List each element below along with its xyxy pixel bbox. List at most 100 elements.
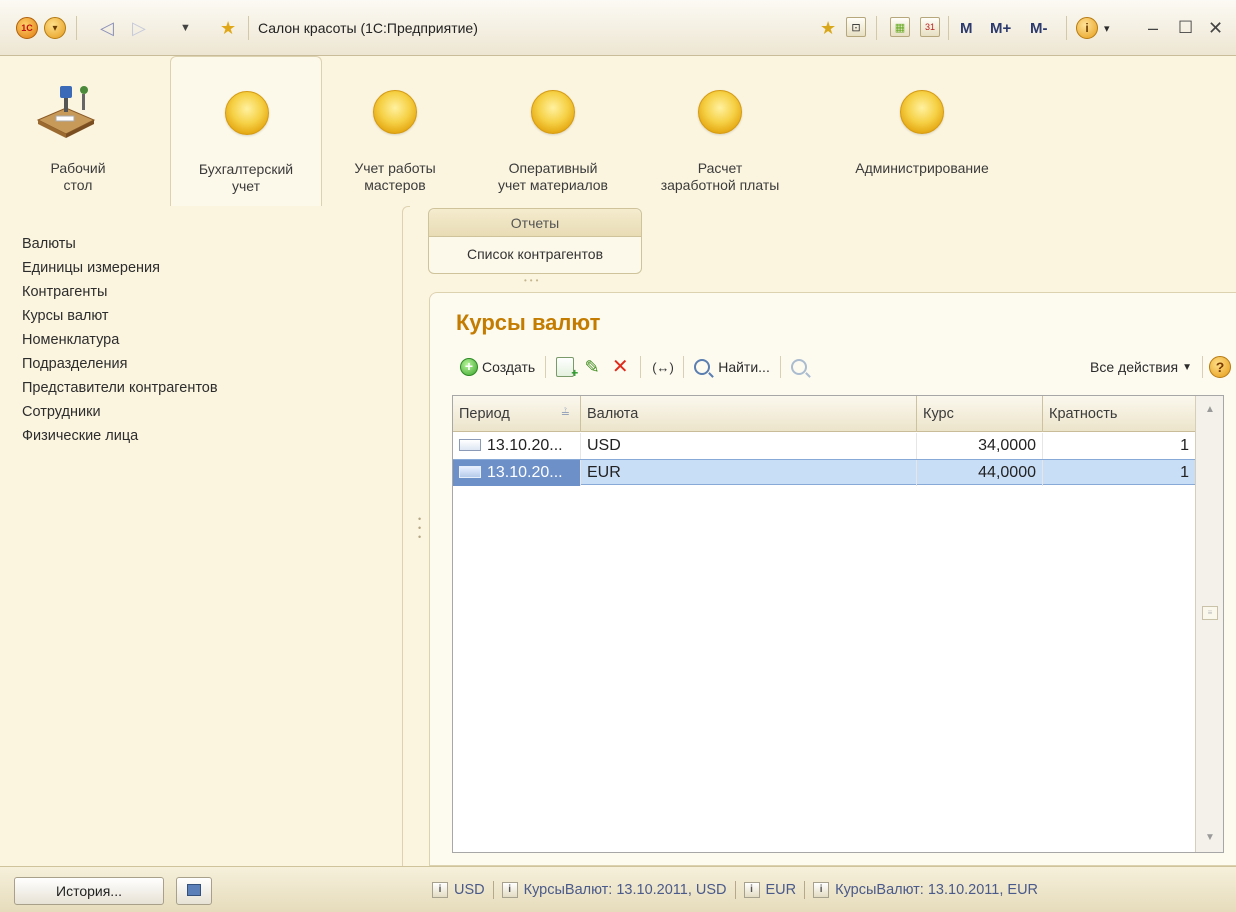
section-administration[interactable]: Администрирование (832, 56, 1012, 206)
column-currency[interactable]: Валюта (581, 396, 917, 432)
create-button[interactable]: + Создать (456, 355, 539, 379)
desk-icon (36, 86, 96, 138)
vertical-splitter[interactable]: • • • (418, 515, 424, 555)
period-value: 13.10.20... (487, 437, 563, 454)
tab-reports[interactable]: Отчеты (429, 209, 641, 237)
section-masters-icon (373, 90, 417, 134)
cell-multiplier: 1 (1180, 437, 1189, 454)
cancel-search-button[interactable] (787, 355, 811, 379)
cell-multiplier: 1 (1180, 464, 1189, 481)
info-icon: i (432, 882, 448, 898)
minimize-button[interactable]: – (1148, 17, 1158, 39)
forward-arrow-icon[interactable]: ▷ (132, 17, 146, 39)
table-row-selected[interactable]: 13.10.20... EUR 44,0000 1 (453, 459, 1195, 486)
exchange-rates-form: Курсы валют + Создать ✎ ✕ (↔) Найти... В… (429, 292, 1236, 866)
nav-item-units[interactable]: Единицы измерения (22, 256, 218, 280)
table-row[interactable]: 13.10.20... USD 34,0000 1 (453, 433, 1195, 459)
history-button[interactable]: История... (14, 877, 164, 905)
navigation-panel: Валюты Единицы измерения Контрагенты Кур… (0, 206, 410, 866)
section-materials-icon (531, 90, 575, 134)
nav-item-nomenclature[interactable]: Номенклатура (22, 328, 218, 352)
column-period-label: Период (459, 406, 510, 422)
section-label: Расчет заработной платы (660, 160, 780, 193)
cell-period: 13.10.20... (453, 433, 581, 459)
calendar-icon[interactable]: 31 (920, 17, 940, 37)
record-icon (459, 438, 481, 451)
info-icon: i (813, 882, 830, 898)
page-title: Курсы валют (456, 310, 601, 335)
title-bar: 1С ▾ ◁ ▷ ▼ ★ Салон красоты (1С:Предприят… (0, 0, 1236, 56)
exchange-rates-table[interactable]: Период ≟ Валюта Курс Кратность 13.10.20.… (452, 395, 1224, 853)
add-favorite-icon[interactable]: ★ (820, 17, 836, 39)
change-interval-button[interactable]: (↔) (647, 355, 677, 379)
all-actions-button[interactable]: Все действия ▼ (1086, 355, 1196, 379)
maximize-button[interactable]: ☐ (1178, 17, 1193, 39)
section-payroll-icon (698, 90, 742, 134)
calculator-icon[interactable]: ▦ (890, 17, 910, 37)
plus-icon: + (460, 358, 478, 376)
history-dropdown-icon[interactable]: ▼ (180, 17, 191, 39)
copy-icon (556, 357, 578, 380)
scroll-down-icon[interactable]: ▼ (1200, 828, 1220, 848)
section-accounting[interactable]: Бухгалтерский учет (170, 56, 322, 206)
form-tabs: Отчеты Список контрагентов (428, 208, 642, 274)
app-logo-icon[interactable]: 1С (16, 17, 38, 39)
memory-m-button[interactable]: M (960, 17, 973, 39)
nav-item-counterparties[interactable]: Контрагенты (22, 280, 218, 304)
tab-counterparty-list[interactable]: Список контрагентов (429, 237, 641, 273)
status-bar: История... i USD i КурсыВалют: 13.10.201… (0, 866, 1236, 912)
info-icon[interactable]: i (1076, 17, 1098, 39)
nav-item-exchange-rates[interactable]: Курсы валют (22, 304, 218, 328)
table-header: Период ≟ Валюта Курс Кратность (453, 396, 1195, 432)
info-icon: i (743, 882, 760, 898)
section-label: Оперативный учет материалов (497, 160, 608, 193)
horizontal-splitter[interactable]: ••• (524, 276, 541, 285)
section-masters[interactable]: Учет работы мастеров (336, 56, 454, 206)
section-label: Бухгалтерский учет (198, 161, 294, 194)
status-item[interactable]: i USD (424, 882, 493, 898)
all-actions-label: Все действия (1090, 359, 1179, 375)
period-value: 13.10.20... (487, 464, 563, 481)
section-payroll[interactable]: Расчет заработной платы (640, 56, 800, 206)
status-notifications: i USD i КурсыВалют: 13.10.2011, USD i EU… (424, 881, 1046, 899)
scroll-thumb[interactable]: ≡ (1202, 606, 1218, 620)
nav-item-departments[interactable]: Подразделения (22, 352, 218, 376)
memory-mplus-button[interactable]: M+ (990, 17, 1011, 39)
back-arrow-icon[interactable]: ◁ (100, 17, 114, 39)
help-icon[interactable]: ? (1209, 356, 1231, 378)
nav-item-representatives[interactable]: Представители контрагентов (22, 376, 218, 400)
section-desktop[interactable]: Рабочий стол (10, 56, 146, 206)
delete-button[interactable]: ✕ (606, 355, 634, 379)
create-button-label: Создать (482, 359, 536, 375)
info-dropdown-icon[interactable]: ▾ (1104, 17, 1110, 39)
column-rate[interactable]: Курс (917, 396, 1043, 432)
copy-button[interactable] (552, 355, 578, 380)
nav-item-individuals[interactable]: Физические лица (22, 424, 218, 448)
pencil-icon: ✎ (584, 357, 600, 377)
nav-item-currencies[interactable]: Валюты (22, 232, 218, 256)
scroll-up-icon[interactable]: ▲ (1200, 400, 1220, 420)
interval-arrows-icon: (↔) (652, 360, 674, 375)
status-item-label: USD (454, 882, 485, 898)
status-item[interactable]: i КурсыВалют: 13.10.2011, EUR (805, 882, 1046, 898)
edit-button[interactable]: ✎ (578, 355, 606, 379)
link-icon[interactable]: ⊡ (846, 17, 866, 37)
vertical-scrollbar[interactable]: ▲ ≡ ▼ (1195, 396, 1223, 852)
close-button[interactable]: ✕ (1208, 17, 1223, 39)
find-button[interactable]: Найти... (690, 355, 774, 379)
status-item[interactable]: i КурсыВалют: 13.10.2011, USD (494, 882, 735, 898)
nav-item-employees[interactable]: Сотрудники (22, 400, 218, 424)
info-icon: i (501, 882, 518, 898)
status-item[interactable]: i EUR (736, 882, 805, 898)
network-icon (187, 884, 201, 896)
memory-mminus-button[interactable]: M- (1030, 17, 1048, 39)
connection-button[interactable] (176, 877, 212, 905)
column-multiplier[interactable]: Кратность (1043, 396, 1195, 432)
main-menu-button[interactable]: ▾ (44, 17, 66, 39)
cell-currency: EUR (581, 460, 917, 486)
section-accounting-icon (225, 91, 269, 135)
favorites-star-icon[interactable]: ★ (220, 17, 236, 39)
column-period[interactable]: Период ≟ (453, 396, 581, 432)
delete-icon: ✕ (611, 356, 629, 378)
section-materials[interactable]: Оперативный учет материалов (478, 56, 628, 206)
